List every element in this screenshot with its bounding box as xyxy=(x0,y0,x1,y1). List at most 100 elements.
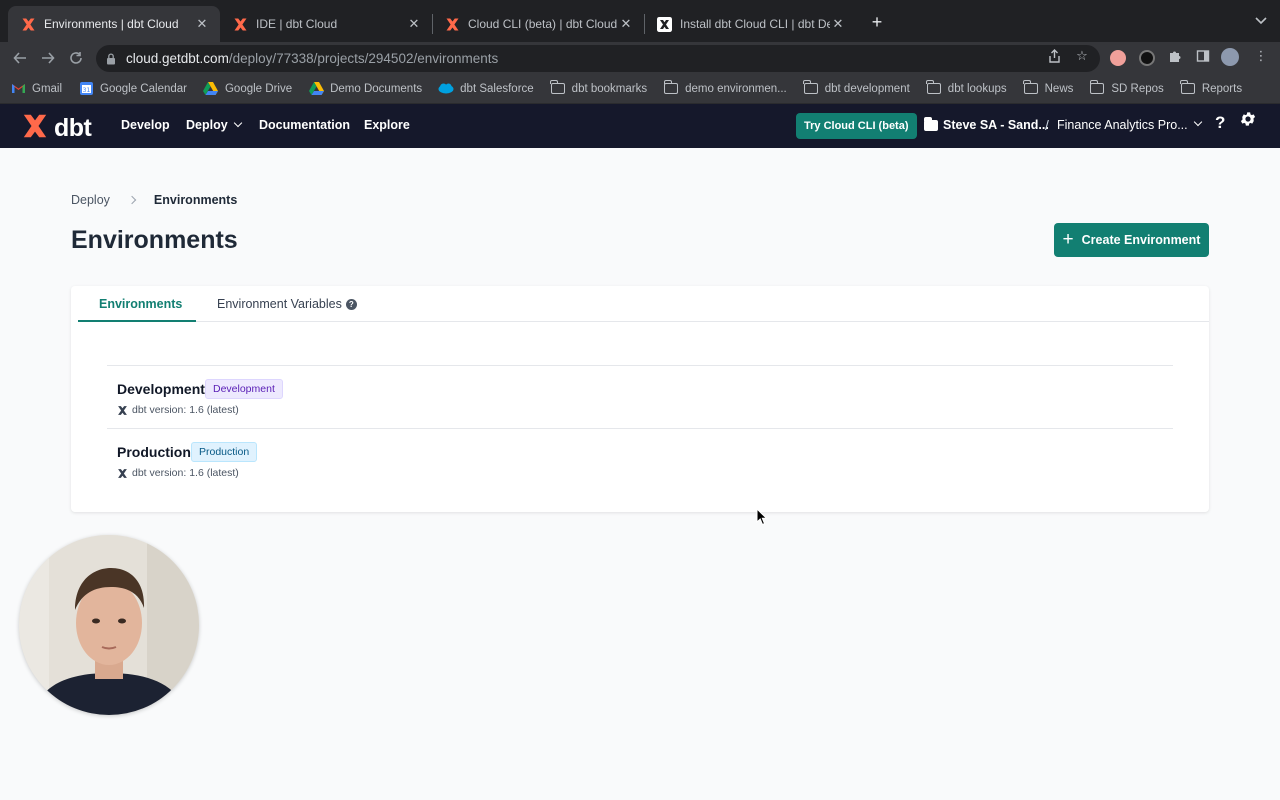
environment-name[interactable]: Development xyxy=(117,381,205,397)
bookmark-dbt-salesforce[interactable]: dbt Salesforce xyxy=(438,82,534,96)
environments-card: Environments Environment Variables ? Dev… xyxy=(71,286,1209,512)
tab-title: Environments | dbt Cloud xyxy=(44,17,179,31)
try-cloud-cli-button[interactable]: Try Cloud CLI (beta) xyxy=(796,113,917,139)
bookmark-folder-sd-repos[interactable]: SD Repos xyxy=(1089,80,1164,96)
tab-title: IDE | dbt Cloud xyxy=(256,17,338,31)
environment-version-text: dbt version: 1.6 (latest) xyxy=(132,467,239,479)
bookmark-google-drive[interactable]: Google Drive xyxy=(203,82,292,96)
folder-icon xyxy=(1180,80,1196,96)
browser-address-bar: cloud.getdbt.com/deploy/77338/projects/2… xyxy=(0,42,1280,74)
folder-icon xyxy=(923,116,938,131)
bookmark-folder-dbt-bookmarks[interactable]: dbt bookmarks xyxy=(550,80,647,96)
bookmark-demo-documents[interactable]: Demo Documents xyxy=(308,82,422,96)
drive-icon xyxy=(308,82,324,96)
close-tab-icon[interactable]: ✕ xyxy=(406,16,422,32)
extension-icon[interactable] xyxy=(1139,50,1155,66)
nav-documentation[interactable]: Documentation xyxy=(259,118,350,132)
tab-environments[interactable]: Environments xyxy=(99,297,182,311)
folder-icon xyxy=(926,80,942,96)
chevron-down-icon xyxy=(233,118,242,128)
help-icon[interactable]: ? xyxy=(1215,113,1225,133)
folder-icon xyxy=(550,80,566,96)
environment-row-development[interactable]: Development Development dbt version: 1.6… xyxy=(107,365,1173,428)
webcam-overlay xyxy=(19,535,199,715)
bookmarks-bar: Gmail 31 Google Calendar Google Drive De… xyxy=(0,74,1280,104)
dbt-logo-icon xyxy=(444,16,460,32)
create-environment-button[interactable]: + Create Environment xyxy=(1054,223,1209,257)
page-title: Environments xyxy=(71,226,238,254)
project-selector[interactable]: Finance Analytics Pro... xyxy=(1057,117,1202,132)
tab-environment-variables-label: Environment Variables xyxy=(217,297,342,311)
nav-develop[interactable]: Develop xyxy=(121,118,170,132)
forward-arrow-icon[interactable] xyxy=(36,46,60,70)
environment-name[interactable]: Production xyxy=(117,444,191,460)
bookmark-folder-demo-environments[interactable]: demo environmen... xyxy=(663,80,787,96)
nav-deploy[interactable]: Deploy xyxy=(186,118,242,132)
bookmark-label: SD Repos xyxy=(1111,82,1164,95)
help-circle-icon[interactable]: ? xyxy=(345,298,357,310)
browser-tab-cloud-cli[interactable]: Cloud CLI (beta) | dbt Cloud ✕ xyxy=(432,6,644,42)
close-tab-icon[interactable]: ✕ xyxy=(618,16,634,32)
url-path: /deploy/77338/projects/294502/environmen… xyxy=(228,51,499,66)
bookmark-label: Demo Documents xyxy=(330,82,423,95)
tab-title: Install dbt Cloud CLI | dbt Dev xyxy=(680,17,830,31)
bookmark-gmail[interactable]: Gmail xyxy=(10,82,62,96)
dbt-logo-icon xyxy=(232,16,248,32)
bookmark-folder-dbt-development[interactable]: dbt development xyxy=(803,80,910,96)
bookmark-label: demo environmen... xyxy=(685,82,787,95)
active-tab-indicator xyxy=(78,320,196,322)
browser-tab-ide[interactable]: IDE | dbt Cloud ✕ xyxy=(220,6,432,42)
profile-avatar[interactable] xyxy=(1221,48,1239,66)
chevron-down-icon xyxy=(1193,117,1202,127)
nav-explore[interactable]: Explore xyxy=(364,118,410,132)
bookmark-label: Gmail xyxy=(32,82,63,95)
bookmark-label: News xyxy=(1044,82,1074,95)
side-panel-icon[interactable] xyxy=(1194,47,1212,65)
page-tabs: Environments Environment Variables ? xyxy=(78,286,1209,322)
close-tab-icon[interactable]: ✕ xyxy=(194,16,210,32)
chevron-right-icon xyxy=(127,195,137,205)
logo-text: dbt xyxy=(54,114,92,142)
mouse-cursor-icon xyxy=(756,507,768,531)
account-selector[interactable]: Steve SA - Sand... xyxy=(923,116,1049,132)
dbt-logo-icon xyxy=(20,16,36,32)
folder-icon xyxy=(663,80,679,96)
bookmark-folder-reports[interactable]: Reports xyxy=(1180,80,1242,96)
breadcrumb-deploy[interactable]: Deploy xyxy=(71,193,110,207)
bookmark-label: dbt Salesforce xyxy=(460,82,534,95)
environment-version: dbt version: 1.6 (latest) xyxy=(117,404,239,416)
puzzle-extensions-icon[interactable] xyxy=(1166,47,1184,65)
close-tab-icon[interactable]: ✕ xyxy=(830,16,846,32)
folder-icon xyxy=(1023,80,1039,96)
folder-icon xyxy=(803,80,819,96)
bookmark-folder-dbt-lookups[interactable]: dbt lookups xyxy=(926,80,1007,96)
dbt-logo-icon xyxy=(117,468,128,479)
dbt-logo[interactable]: dbt xyxy=(21,112,92,145)
new-tab-icon[interactable]: + xyxy=(866,11,888,33)
bookmark-label: Google Drive xyxy=(224,82,293,95)
tab-search-chevron-icon[interactable] xyxy=(1252,12,1270,30)
url-field[interactable]: cloud.getdbt.com/deploy/77338/projects/2… xyxy=(96,45,1100,72)
browser-menu-icon[interactable]: ⋮ xyxy=(1252,47,1270,65)
back-arrow-icon[interactable] xyxy=(8,46,32,70)
gear-icon[interactable] xyxy=(1239,110,1257,134)
browser-tab-install-cli[interactable]: Install dbt Cloud CLI | dbt Dev ✕ xyxy=(644,6,856,42)
bookmark-star-icon[interactable]: ☆ xyxy=(1073,47,1091,65)
app-top-nav: dbt Develop Deploy Documentation Explore… xyxy=(0,104,1280,148)
dbt-docs-icon xyxy=(656,16,672,32)
url-host: cloud.getdbt.com xyxy=(126,51,229,66)
environment-row-production[interactable]: Production Production dbt version: 1.6 (… xyxy=(107,428,1173,491)
share-icon[interactable] xyxy=(1045,47,1063,65)
tab-environment-variables[interactable]: Environment Variables ? xyxy=(217,297,357,311)
bookmark-google-calendar[interactable]: 31 Google Calendar xyxy=(78,82,187,96)
reload-icon[interactable] xyxy=(64,46,88,70)
bookmark-folder-news[interactable]: News xyxy=(1023,80,1074,96)
environment-list: Development Development dbt version: 1.6… xyxy=(107,365,1173,491)
browser-tab-environments[interactable]: Environments | dbt Cloud ✕ xyxy=(8,6,220,42)
breadcrumb-current: Environments xyxy=(153,193,238,207)
plus-icon: + xyxy=(1062,228,1074,250)
drive-icon xyxy=(203,82,219,96)
extension-icon[interactable] xyxy=(1110,50,1126,66)
environment-type-badge: Development xyxy=(205,379,283,399)
bookmark-label: Google Calendar xyxy=(100,82,187,95)
